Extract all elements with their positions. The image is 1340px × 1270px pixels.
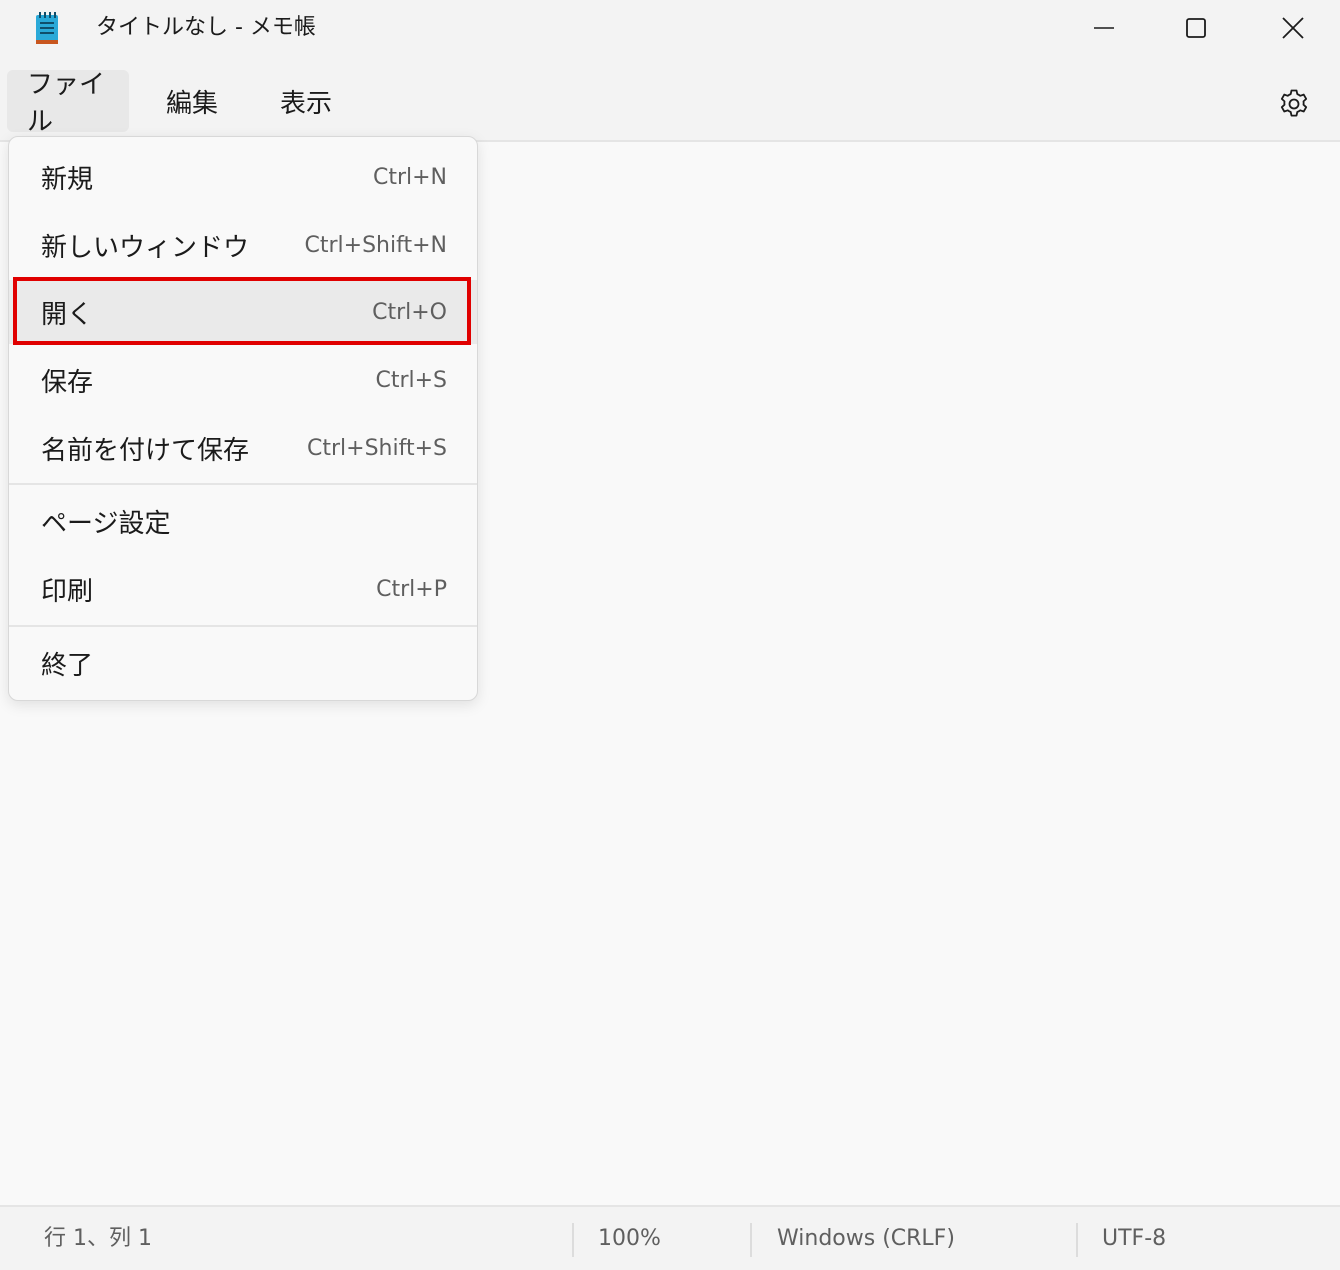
minimize-icon: [1094, 27, 1114, 29]
menu-item-label: 印刷: [41, 576, 94, 607]
menu-item-label: ページ設定: [41, 508, 171, 539]
menu-item-new-window[interactable]: 新しいウィンドウ Ctrl+Shift+N: [9, 213, 477, 277]
close-icon: [1282, 17, 1304, 39]
status-divider: [1076, 1223, 1078, 1257]
encoding: UTF-8: [1102, 1226, 1167, 1251]
menu-separator: [9, 483, 477, 485]
menu-item-label: 新規: [41, 164, 94, 195]
settings-button[interactable]: [1272, 84, 1316, 124]
maximize-button[interactable]: [1150, 0, 1242, 56]
menu-item-shortcut: Ctrl+Shift+N: [304, 232, 447, 258]
menu-item-save[interactable]: 保存 Ctrl+S: [9, 348, 477, 412]
gear-icon: [1280, 89, 1308, 117]
menu-item-exit[interactable]: 終了: [9, 631, 477, 695]
menu-item-label: 開く: [41, 299, 94, 330]
menu-item-page-setup[interactable]: ページ設定: [9, 489, 477, 553]
menu-item-shortcut: Ctrl+O: [372, 299, 447, 325]
cursor-position: 行 1、列 1: [44, 1226, 152, 1251]
menu-view[interactable]: 表示: [260, 70, 352, 132]
zoom-level: 100%: [598, 1226, 661, 1251]
menu-item-shortcut: Ctrl+S: [375, 367, 447, 393]
close-button[interactable]: [1247, 0, 1339, 56]
notepad-window: タイトルなし - メモ帳 ファイル 編集 表示 新規 Ctrl+N 新しいウィン…: [0, 0, 1340, 1270]
menu-bar: ファイル 編集 表示: [0, 56, 1340, 142]
menu-edit[interactable]: 編集: [146, 70, 238, 132]
title-bar: タイトルなし - メモ帳: [0, 0, 1340, 56]
minimize-button[interactable]: [1058, 0, 1150, 56]
menu-item-print[interactable]: 印刷 Ctrl+P: [9, 557, 477, 621]
window-title: タイトルなし - メモ帳: [96, 15, 316, 40]
menu-separator: [9, 625, 477, 627]
menu-item-shortcut: Ctrl+N: [372, 164, 447, 190]
menu-item-shortcut: Ctrl+Shift+S: [307, 435, 447, 461]
maximize-icon: [1186, 18, 1206, 38]
menu-item-save-as[interactable]: 名前を付けて保存 Ctrl+Shift+S: [9, 416, 477, 480]
menu-item-label: 新しいウィンドウ: [41, 232, 250, 263]
menu-item-label: 終了: [41, 650, 94, 681]
status-bar: 行 1、列 1 100% Windows (CRLF) UTF-8: [0, 1205, 1340, 1270]
status-divider: [750, 1223, 752, 1257]
file-menu-dropdown: 新規 Ctrl+N 新しいウィンドウ Ctrl+Shift+N 開く Ctrl+…: [8, 136, 478, 701]
menu-item-label: 保存: [41, 367, 94, 398]
status-divider: [572, 1223, 574, 1257]
menu-item-shortcut: Ctrl+P: [376, 576, 447, 602]
line-ending: Windows (CRLF): [777, 1226, 955, 1251]
menu-item-new[interactable]: 新規 Ctrl+N: [9, 145, 477, 209]
menu-item-open[interactable]: 開く Ctrl+O: [9, 280, 477, 344]
menu-item-label: 名前を付けて保存: [41, 435, 250, 466]
menu-file[interactable]: ファイル: [7, 70, 129, 137]
notepad-icon: [36, 12, 58, 44]
